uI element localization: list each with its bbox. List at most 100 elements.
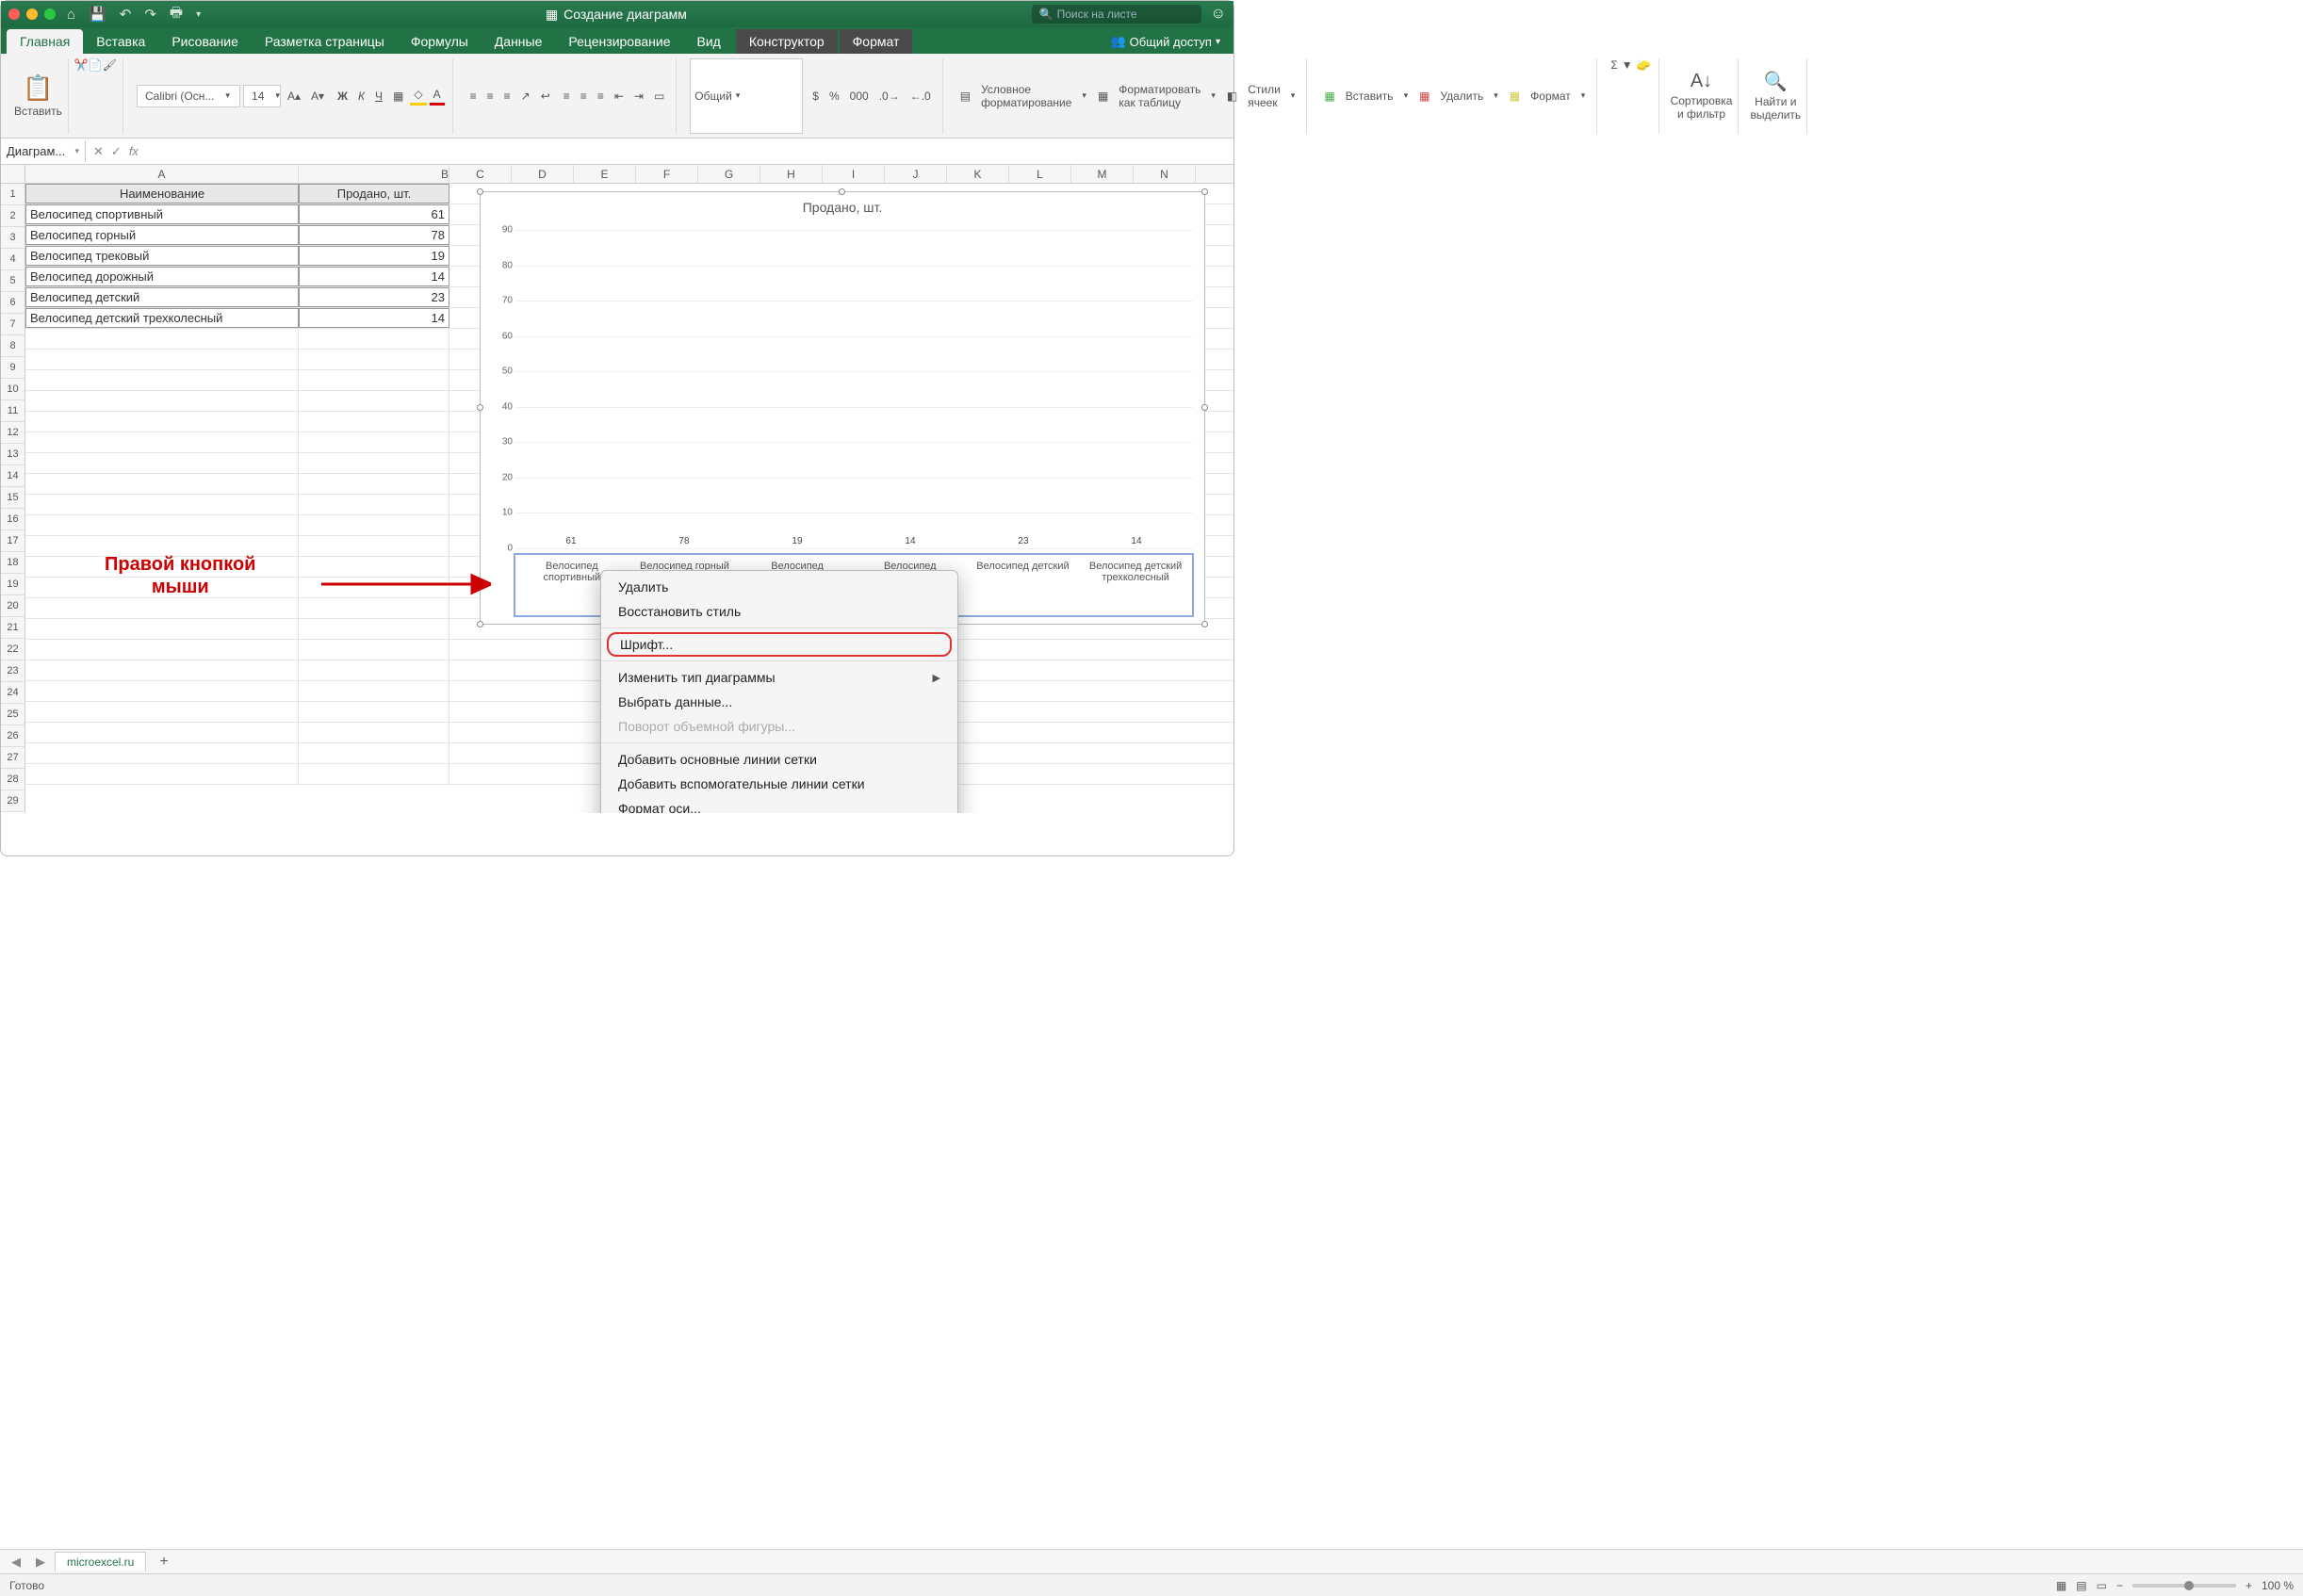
as-table-label[interactable]: Форматировать как таблицу [1115,81,1204,111]
row-header[interactable]: 6 [1,292,25,314]
add-sheet-button[interactable]: + [150,1552,177,1572]
tab-data[interactable]: Данные [482,29,556,54]
zoom-level[interactable]: 100 % [2262,1579,2294,1592]
embedded-chart[interactable]: Продано, шт. 0102030405060708090 6178191… [480,191,1205,625]
resize-handle[interactable] [477,188,483,195]
percent-icon[interactable]: % [825,88,843,105]
format-as-table-icon[interactable]: ▦ [1094,88,1112,105]
tab-page-layout[interactable]: Разметка страницы [252,29,398,54]
cell[interactable]: 19 [299,246,449,266]
col-header[interactable]: K [947,165,1009,183]
col-header[interactable]: G [698,165,760,183]
chart-bar[interactable]: 19 [750,536,845,548]
clear-icon[interactable]: 🧽 [1637,58,1651,134]
find-select-group[interactable]: 🔍 Найти и выделить [1744,58,1807,134]
tab-home[interactable]: Главная [7,29,83,54]
sheet-nav-prev[interactable]: ◀ [6,1553,26,1572]
cell[interactable]: Наименование [25,184,299,204]
align-top-icon[interactable]: ≡ [466,88,481,105]
col-header[interactable]: E [574,165,636,183]
cell-styles-icon[interactable]: ◧ [1223,88,1241,105]
cell[interactable]: Велосипед горный [25,225,299,245]
chart-title[interactable]: Продано, шт. [481,192,1204,217]
comma-icon[interactable]: 000 [846,88,873,105]
increase-decimal-icon[interactable]: .0→ [875,88,904,105]
sheet-search[interactable]: 🔍 Поиск на листе [1032,5,1201,24]
row-header[interactable]: 24 [1,682,25,704]
chart-bar[interactable]: 23 [976,536,1071,548]
ctx-select-data[interactable]: Выбрать данные... [601,690,957,714]
tab-formulas[interactable]: Формулы [398,29,482,54]
fx-icon[interactable]: fx [129,144,139,158]
col-header[interactable]: N [1134,165,1196,183]
tab-chart-format[interactable]: Формат [840,29,913,54]
view-page-layout-icon[interactable]: ▤ [2076,1579,2086,1592]
print-icon[interactable]: 🖶 [170,3,183,26]
col-header[interactable]: H [760,165,823,183]
format-painter-icon[interactable]: 🖌 [103,58,117,134]
row-header[interactable]: 29 [1,790,25,812]
ctx-add-major-gridlines[interactable]: Добавить основные линии сетки [601,747,957,772]
col-header[interactable]: L [1009,165,1071,183]
paste-icon[interactable]: 📋 [23,73,53,103]
ctx-font[interactable]: Шрифт... [607,632,952,657]
cell[interactable]: 14 [299,267,449,286]
font-color-button[interactable]: A [430,86,445,106]
select-all-corner[interactable] [1,165,25,183]
fill-color-button[interactable]: ◇ [410,86,426,106]
redo-icon[interactable]: ↷ [144,6,156,23]
row-header[interactable]: 27 [1,747,25,769]
increase-font-icon[interactable]: A▴ [284,88,304,105]
ctx-delete[interactable]: Удалить [601,575,957,599]
resize-handle[interactable] [477,404,483,411]
row-header[interactable]: 23 [1,660,25,682]
row-header[interactable]: 14 [1,465,25,487]
orientation-icon[interactable]: ↗ [517,88,534,105]
cell[interactable]: Велосипед детский [25,287,299,307]
row-header[interactable]: 5 [1,270,25,292]
col-header[interactable]: M [1071,165,1134,183]
italic-button[interactable]: К [354,88,368,105]
view-page-break-icon[interactable]: ▭ [2097,1579,2107,1592]
align-left-icon[interactable]: ≡ [560,88,574,105]
cancel-formula-icon[interactable]: ✕ [93,144,104,159]
tab-chart-design[interactable]: Конструктор [736,29,838,54]
align-center-icon[interactable]: ≡ [577,88,591,105]
minimize-window-button[interactable] [26,8,38,20]
indent-decrease-icon[interactable]: ⇤ [611,88,628,105]
row-header[interactable]: 15 [1,487,25,509]
row-header[interactable]: 21 [1,617,25,639]
cut-icon[interactable]: ✂️ [74,58,89,134]
chart-bars[interactable]: 617819142314 [514,230,1193,548]
font-size-select[interactable]: 14▾ [243,85,281,107]
cond-format-icon[interactable]: ▤ [956,88,974,105]
cell[interactable]: Продано, шт. [299,184,449,204]
view-normal-icon[interactable]: ▦ [2056,1579,2066,1592]
resize-handle[interactable] [477,621,483,627]
align-right-icon[interactable]: ≡ [594,88,608,105]
close-window-button[interactable] [8,8,20,20]
row-header[interactable]: 13 [1,444,25,465]
tab-view[interactable]: Вид [684,29,734,54]
insert-cells-label[interactable]: Вставить [1342,88,1397,105]
copy-icon[interactable]: 📄 [89,58,103,134]
user-account-icon[interactable]: ☺ [1211,6,1226,23]
delete-cells-label[interactable]: Удалить [1436,88,1487,105]
resize-handle[interactable] [1201,404,1208,411]
home-icon[interactable]: ⌂ [67,7,75,23]
qat-dropdown-icon[interactable]: ▾ [196,9,201,20]
fill-icon[interactable]: ▼ [1622,58,1633,134]
chart-bar[interactable]: 14 [1089,536,1184,548]
col-header[interactable]: A [25,165,299,183]
accept-formula-icon[interactable]: ✓ [111,144,122,159]
chart-x-category[interactable]: Велосипед детский [975,555,1070,615]
row-header[interactable]: 17 [1,530,25,552]
indent-increase-icon[interactable]: ⇥ [630,88,647,105]
tab-draw[interactable]: Рисование [158,29,252,54]
cell[interactable]: 61 [299,204,449,224]
row-header[interactable]: 20 [1,595,25,617]
chart-bar[interactable]: 14 [863,536,958,548]
cell[interactable]: 14 [299,308,449,328]
resize-handle[interactable] [1201,188,1208,195]
row-header[interactable]: 16 [1,509,25,530]
